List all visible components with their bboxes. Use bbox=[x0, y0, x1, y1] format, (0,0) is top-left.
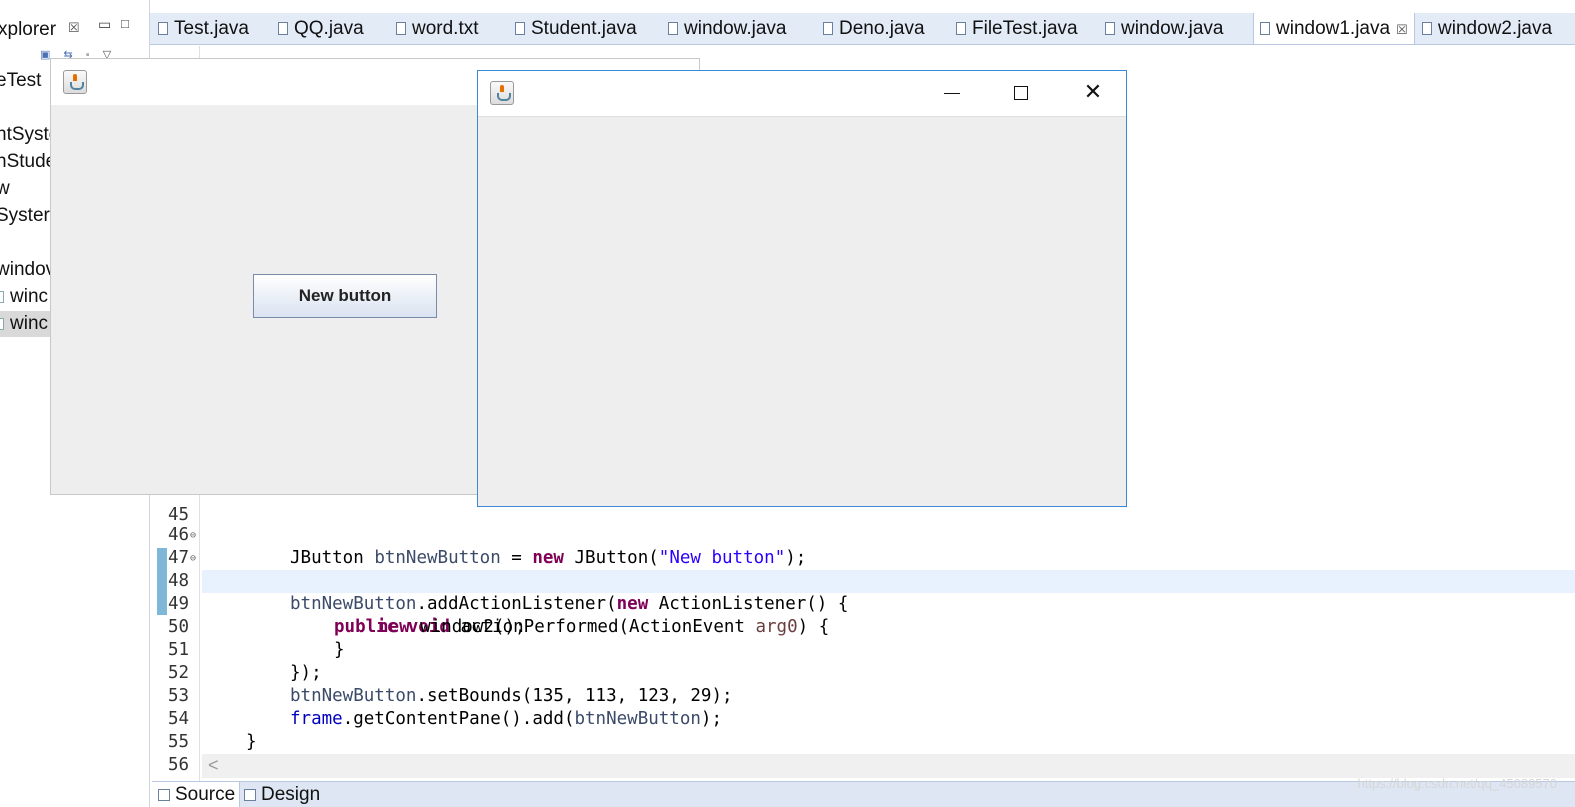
source-icon bbox=[158, 789, 170, 801]
java-file-icon bbox=[0, 318, 4, 330]
java-coffee-icon bbox=[490, 81, 514, 105]
tab-window-java[interactable]: window.java bbox=[668, 13, 787, 44]
code-line: 56 bbox=[152, 731, 1575, 775]
tab-label: Deno.java bbox=[839, 18, 925, 39]
tab-label: Design bbox=[261, 784, 321, 805]
line-number: 56 bbox=[168, 755, 190, 775]
tab-label: QQ.java bbox=[294, 18, 364, 39]
java-file-icon bbox=[956, 22, 966, 35]
code-line: 53 frame.getContentPane().add(btnNewButt… bbox=[152, 662, 1575, 729]
tab-window2-java[interactable]: window2.java bbox=[1422, 13, 1553, 44]
tree-item-package[interactable]: windov bbox=[0, 257, 55, 283]
design-icon bbox=[244, 789, 256, 801]
tab-source[interactable]: Source bbox=[152, 782, 241, 807]
java-file-icon bbox=[823, 22, 833, 35]
code-line: 50 } bbox=[152, 593, 1575, 660]
code-line: 48 ⊖ public void actionPerformed(ActionE… bbox=[152, 547, 1575, 637]
collapse-all-icon[interactable]: ▣ bbox=[40, 49, 50, 61]
fold-icon[interactable]: ⊖ bbox=[190, 524, 196, 547]
horizontal-scrollbar[interactable]: < bbox=[202, 754, 1575, 778]
tab-label: Student.java bbox=[531, 18, 637, 39]
explorer-minimize-icon[interactable]: ▭ bbox=[98, 16, 111, 33]
fold-icon[interactable]: ⊖ bbox=[190, 547, 196, 570]
tab-test-java[interactable]: Test.java bbox=[158, 13, 249, 44]
tab-filetest-java[interactable]: FileTest.java bbox=[956, 13, 1078, 44]
tab-label: FileTest.java bbox=[972, 18, 1078, 39]
tab-label: word.txt bbox=[412, 18, 479, 39]
maximize-icon[interactable] bbox=[1014, 86, 1028, 100]
code-line: 47 ⊖ btnNewButton.addActionListener(new … bbox=[152, 524, 1575, 614]
editor-tab-bar: Test.java QQ.java word.txt Student.java … bbox=[150, 13, 1575, 45]
minimize-icon[interactable] bbox=[944, 93, 960, 94]
java-class-icon bbox=[1422, 22, 1432, 35]
explorer-close-icon[interactable]: ☒ bbox=[68, 20, 80, 36]
tree-item[interactable]: w bbox=[0, 176, 10, 202]
code-line: 51 }); bbox=[152, 616, 1575, 683]
tab-window-java-2[interactable]: window.java bbox=[1105, 13, 1224, 44]
tree-item-file[interactable]: winc bbox=[0, 284, 48, 310]
java-file-icon bbox=[515, 22, 525, 35]
java-class-icon bbox=[668, 22, 678, 35]
code-line: 52 btnNewButton.setBounds(135, 113, 123,… bbox=[152, 639, 1575, 706]
tab-label: Source bbox=[175, 784, 236, 805]
tree-item[interactable]: Syster bbox=[0, 203, 50, 229]
scroll-left-icon[interactable]: < bbox=[208, 755, 219, 776]
tree-item[interactable]: nStude bbox=[0, 149, 56, 175]
window2-title-bar[interactable]: ✕ bbox=[478, 71, 1126, 117]
tab-label: window1.java bbox=[1276, 18, 1391, 39]
explorer-header: xplorer ☒ ▭ □ bbox=[0, 14, 149, 46]
tree-item-label: winc bbox=[10, 313, 49, 334]
tab-window1-java[interactable]: window1.java ☒ bbox=[1253, 13, 1415, 44]
tab-close-icon[interactable]: ☒ bbox=[1396, 22, 1408, 37]
code-line: 55 } bbox=[152, 708, 1575, 775]
tree-item-project[interactable]: eTest bbox=[0, 68, 41, 94]
java-coffee-icon bbox=[63, 70, 87, 94]
explorer-maximize-icon[interactable]: □ bbox=[121, 16, 129, 31]
tab-label: window2.java bbox=[1438, 18, 1553, 39]
java-file-icon bbox=[0, 291, 4, 303]
line-number: 48 bbox=[168, 571, 190, 591]
tab-label: Test.java bbox=[174, 18, 249, 39]
java-class-icon bbox=[1260, 22, 1270, 35]
tab-label: window.java bbox=[684, 18, 787, 39]
java-file-icon bbox=[158, 22, 168, 35]
tab-word-txt[interactable]: word.txt bbox=[396, 13, 479, 44]
java-class-icon bbox=[278, 22, 288, 35]
java-frame-window2: ✕ bbox=[477, 70, 1127, 507]
tab-student-java[interactable]: Student.java bbox=[515, 13, 637, 44]
watermark: https://blog.csdn.net/qq_45089570 bbox=[1357, 776, 1558, 791]
tree-item-label: winc bbox=[10, 286, 49, 307]
current-code-line: 49 new window2(); bbox=[168, 570, 1575, 637]
tab-deno-java[interactable]: Deno.java bbox=[823, 13, 925, 44]
tab-label: window.java bbox=[1121, 18, 1224, 39]
close-icon[interactable]: ✕ bbox=[1081, 80, 1105, 106]
java-class-error-icon bbox=[1105, 22, 1115, 35]
tab-design[interactable]: Design bbox=[238, 782, 324, 807]
explorer-title[interactable]: xplorer bbox=[0, 19, 56, 41]
new-button[interactable]: New button bbox=[253, 274, 437, 318]
text-file-icon bbox=[396, 22, 406, 35]
tab-qq-java[interactable]: QQ.java bbox=[278, 13, 364, 44]
code-line: 54 } bbox=[152, 685, 1575, 752]
